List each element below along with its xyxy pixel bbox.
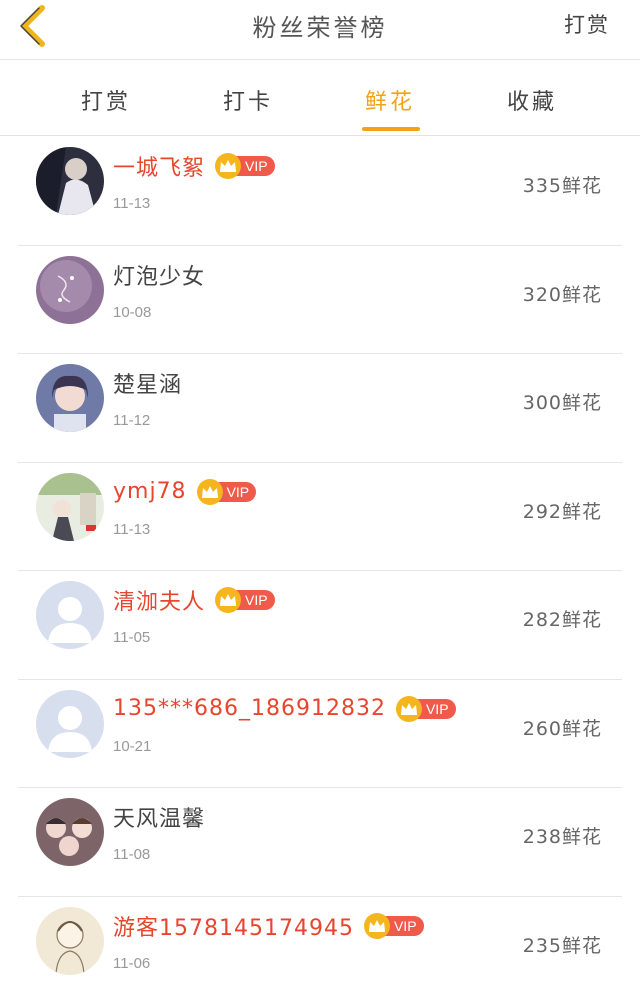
- date: 11-13: [113, 521, 150, 538]
- reward-button[interactable]: 打赏: [564, 9, 610, 39]
- avatar[interactable]: [36, 473, 104, 541]
- user-name[interactable]: ymj78: [113, 479, 187, 504]
- user-name[interactable]: 135***686_186912832: [113, 696, 386, 721]
- crown-badge: [396, 696, 422, 722]
- flower-count: 238鲜花: [523, 822, 602, 849]
- name-line: 楚星涵: [113, 368, 182, 398]
- date: 11-05: [113, 629, 150, 646]
- flower-count: 335鲜花: [523, 171, 602, 198]
- flower-count: 300鲜花: [523, 388, 602, 415]
- avatar[interactable]: [36, 256, 104, 324]
- list-item[interactable]: 游客1578145174945 VIP 11-06 235鲜花: [0, 897, 640, 1005]
- list-item[interactable]: 135***686_186912832 VIP 10-21 260鲜花: [0, 680, 640, 789]
- name-line: 灯泡少女: [113, 260, 205, 290]
- crown-icon: [368, 919, 386, 933]
- list-item[interactable]: 天风温馨 11-08 238鲜花: [0, 788, 640, 897]
- date: 11-08: [113, 846, 150, 863]
- crown-icon: [400, 702, 418, 716]
- user-name[interactable]: 一城飞絮: [113, 150, 205, 182]
- avatar[interactable]: [36, 798, 104, 866]
- tab-reward[interactable]: 打赏: [46, 84, 166, 116]
- date: 10-21: [113, 738, 151, 755]
- active-tab-indicator: [362, 127, 420, 131]
- vip-badge: VIP: [364, 914, 424, 938]
- name-line: 135***686_186912832 VIP: [113, 694, 456, 724]
- flower-count: 320鲜花: [523, 280, 602, 307]
- crown-badge: [215, 587, 241, 613]
- flower-count: 282鲜花: [523, 605, 602, 632]
- crown-badge: [197, 479, 223, 505]
- date: 11-13: [113, 195, 150, 212]
- list-item[interactable]: 清泇夫人 VIP 11-05 282鲜花: [0, 571, 640, 680]
- list-item[interactable]: 一城飞絮 VIP 11-13 335鲜花: [0, 137, 640, 246]
- vip-badge: VIP: [215, 588, 275, 612]
- user-name[interactable]: 游客1578145174945: [113, 910, 354, 942]
- name-line: 游客1578145174945 VIP: [113, 911, 424, 941]
- user-name[interactable]: 楚星涵: [113, 367, 182, 399]
- tab-checkin[interactable]: 打卡: [188, 84, 308, 116]
- name-line: 清泇夫人 VIP: [113, 585, 275, 615]
- vip-badge: VIP: [197, 480, 257, 504]
- page-title: 粉丝荣誉榜: [0, 8, 640, 43]
- ranking-list: 一城飞絮 VIP 11-13 335鲜花灯泡少女 10-08 320鲜花楚星涵 11-12 3…: [0, 137, 640, 1005]
- avatar[interactable]: [36, 907, 104, 975]
- date: 10-08: [113, 304, 151, 321]
- name-line: 天风温馨: [113, 802, 205, 832]
- list-item[interactable]: 灯泡少女 10-08 320鲜花: [0, 246, 640, 355]
- vip-badge: VIP: [215, 154, 275, 178]
- tab-favorites[interactable]: 收藏: [472, 84, 592, 116]
- date: 11-06: [113, 955, 150, 972]
- crown-icon: [201, 485, 219, 499]
- user-name[interactable]: 灯泡少女: [113, 259, 205, 291]
- top-bar: 粉丝荣誉榜 打赏: [0, 0, 640, 60]
- crown-icon: [219, 593, 237, 607]
- name-line: ymj78 VIP: [113, 477, 256, 507]
- tab-flowers[interactable]: 鲜花: [330, 84, 450, 116]
- avatar[interactable]: [36, 147, 104, 215]
- user-name[interactable]: 天风温馨: [113, 801, 205, 833]
- date: 11-12: [113, 412, 150, 429]
- avatar[interactable]: [36, 364, 104, 432]
- crown-badge: [364, 913, 390, 939]
- list-item[interactable]: 楚星涵 11-12 300鲜花: [0, 354, 640, 463]
- vip-badge: VIP: [396, 697, 456, 721]
- flower-count: 260鲜花: [523, 714, 602, 741]
- avatar[interactable]: [36, 581, 104, 649]
- crown-badge: [215, 153, 241, 179]
- user-name[interactable]: 清泇夫人: [113, 584, 205, 616]
- crown-icon: [219, 159, 237, 173]
- tab-bar: 打赏 打卡 鲜花 收藏: [0, 60, 640, 136]
- avatar[interactable]: [36, 690, 104, 758]
- flower-count: 235鲜花: [523, 931, 602, 958]
- flower-count: 292鲜花: [523, 497, 602, 524]
- list-item[interactable]: ymj78 VIP 11-13 292鲜花: [0, 463, 640, 572]
- name-line: 一城飞絮 VIP: [113, 151, 275, 181]
